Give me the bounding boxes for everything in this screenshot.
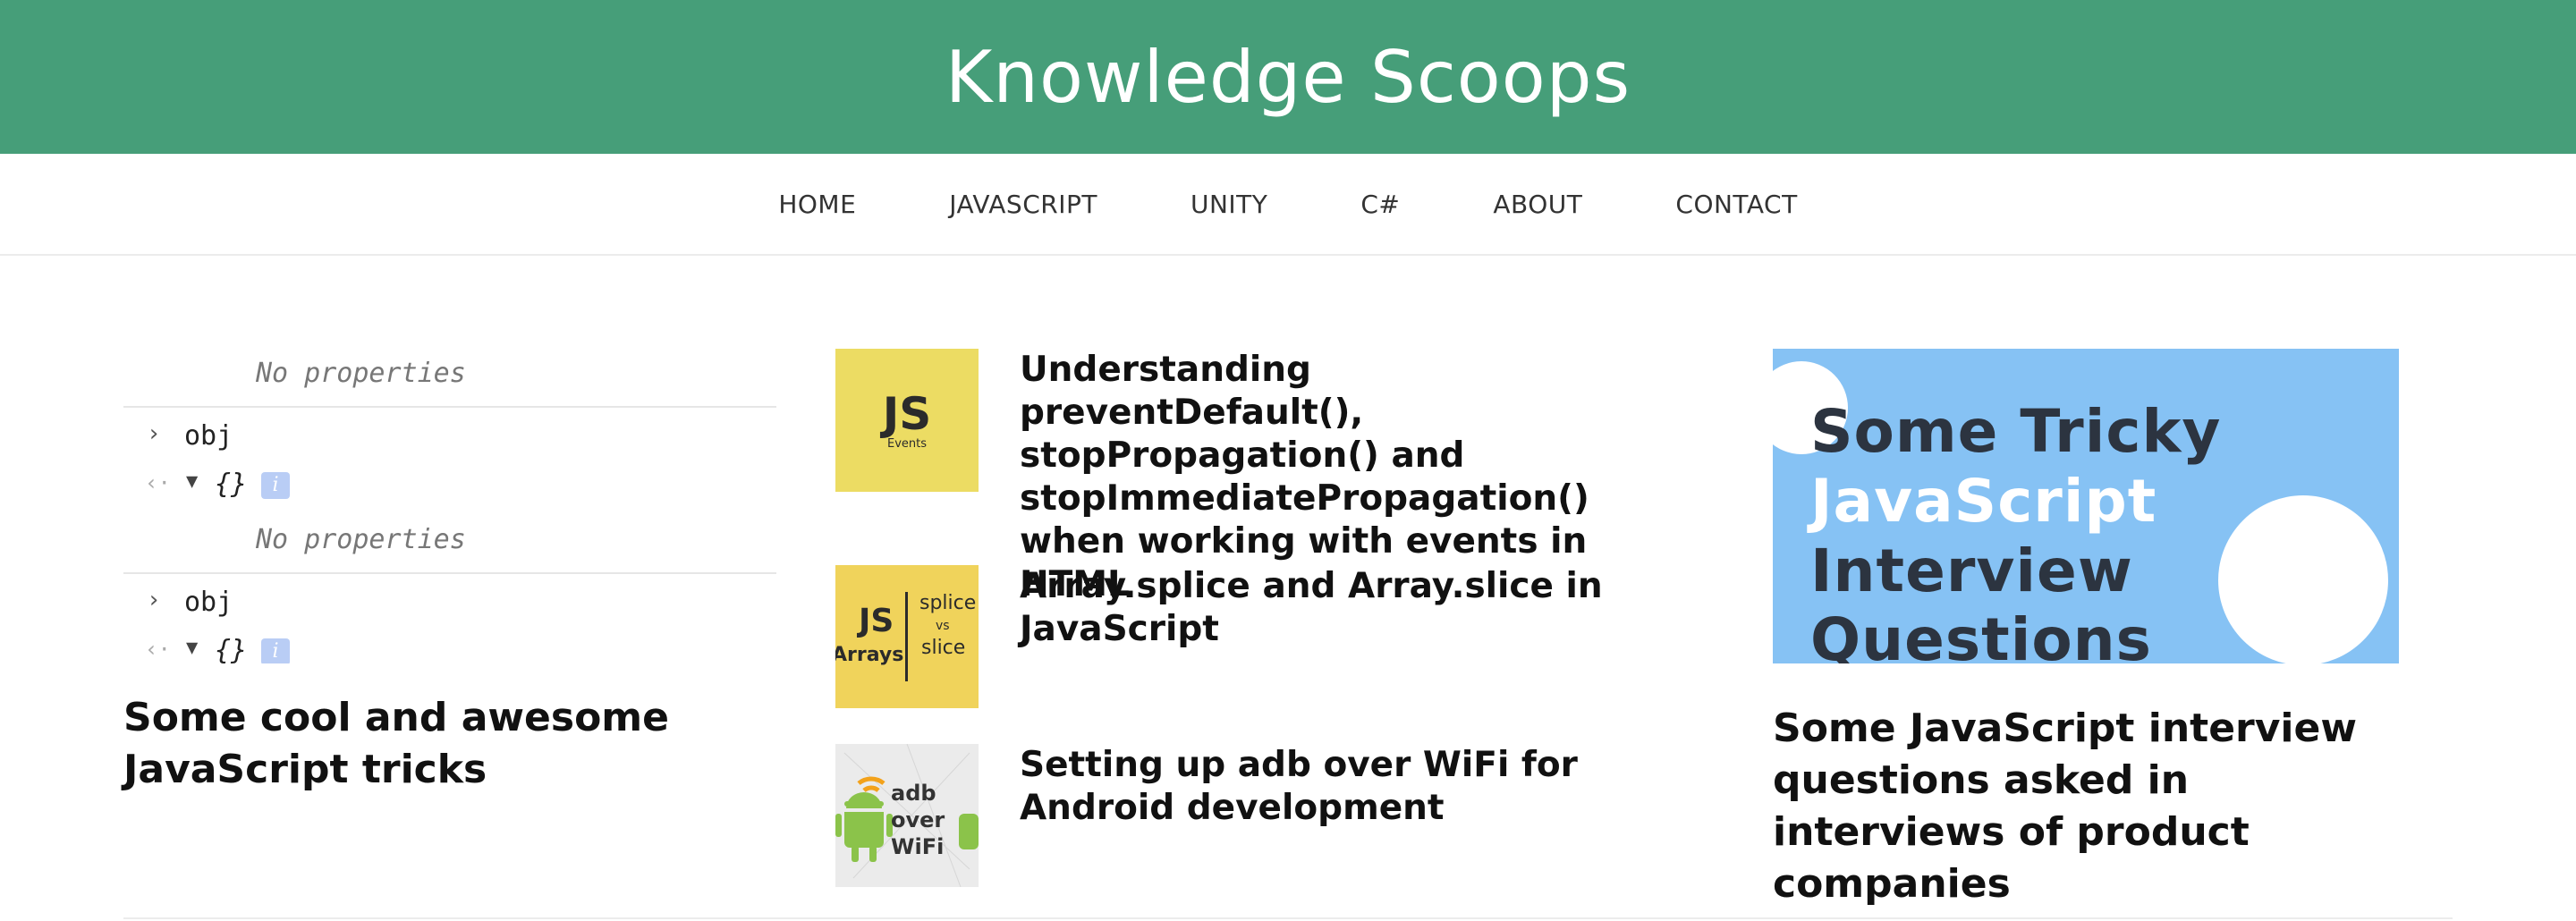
js-logo-text: JS <box>859 603 894 639</box>
post-thumbnail-console[interactable]: No properties › obj ‹· ▼ {} i No propert… <box>123 349 776 663</box>
expand-triangle-icon: ▼ <box>186 470 199 493</box>
nav-home[interactable]: HOME <box>778 190 856 219</box>
info-icon: i <box>261 638 290 663</box>
post-title[interactable]: Setting up adb over WiFi for Android dev… <box>1020 744 1628 830</box>
nav-javascript[interactable]: JAVASCRIPT <box>949 190 1097 219</box>
post-title-right[interactable]: Some JavaScript interview questions aske… <box>1773 703 2399 910</box>
post-card-left: No properties › obj ‹· ▼ {} i No propert… <box>123 349 776 796</box>
post-thumbnail-interview[interactable]: Some Tricky JavaScript Interview Questio… <box>1773 349 2399 663</box>
main-nav: HOME JAVASCRIPT UNITY C# ABOUT CONTACT <box>0 154 2576 256</box>
console-obj: obj <box>184 420 233 452</box>
thumb-slice-text: slice <box>921 637 966 659</box>
nav-unity[interactable]: UNITY <box>1191 190 1267 219</box>
console-braces: {} <box>215 635 248 663</box>
nav-contact[interactable]: CONTACT <box>1675 190 1797 219</box>
post-item[interactable]: JS Arrays splice vs slice Array.splice a… <box>835 565 1640 708</box>
console-no-properties: No properties <box>256 358 466 389</box>
site-title[interactable]: Knowledge Scoops <box>945 36 1631 119</box>
thumb-subtitle: Events <box>886 436 927 451</box>
chevron-right-icon: › <box>147 587 161 613</box>
nav-csharp[interactable]: C# <box>1360 190 1400 219</box>
post-title[interactable]: Array.splice and Array.slice in JavaScri… <box>1020 565 1628 651</box>
console-braces: {} <box>215 469 248 500</box>
post-thumbnail-js-events[interactable]: JS Events <box>835 349 979 492</box>
thumb-divider <box>905 592 908 681</box>
image-line-1: Some Tricky <box>1810 397 2222 466</box>
image-line-3: Interview Questions <box>1810 537 2152 663</box>
image-line-2: JavaScript <box>1810 467 2157 536</box>
nav-about[interactable]: ABOUT <box>1493 190 1582 219</box>
section-divider <box>123 917 2453 919</box>
return-arrow-icon: ‹· <box>145 637 171 662</box>
thumb-line2: WiFi <box>891 834 945 859</box>
post-thumbnail-js-arrays[interactable]: JS Arrays splice vs slice <box>835 565 979 708</box>
expand-triangle-icon: ▼ <box>186 637 199 659</box>
main-content: No properties › obj ‹· ▼ {} i No propert… <box>0 256 2576 921</box>
console-obj: obj <box>184 587 233 618</box>
thumb-vs-text: vs <box>936 619 950 633</box>
thumb-subtitle: Arrays <box>835 644 904 666</box>
thumb-splice-text: splice <box>919 592 977 614</box>
thumb-adb-text: adb over WiFi <box>891 780 979 860</box>
info-icon: i <box>261 472 290 499</box>
site-header: Knowledge Scoops <box>0 0 2576 154</box>
thumb-line1: adb over <box>891 781 945 832</box>
console-divider <box>123 572 776 574</box>
post-item[interactable]: adb over WiFi Setting up adb over WiFi f… <box>835 744 1640 887</box>
post-card-right: Some Tricky JavaScript Interview Questio… <box>1773 349 2399 910</box>
console-no-properties: No properties <box>256 524 466 555</box>
return-arrow-icon: ‹· <box>145 470 171 495</box>
post-title-left[interactable]: Some cool and awesome JavaScript tricks <box>123 692 776 796</box>
js-logo-text: JS <box>882 387 932 440</box>
console-divider <box>123 406 776 408</box>
post-thumbnail-adb-wifi[interactable]: adb over WiFi <box>835 744 979 887</box>
chevron-right-icon: › <box>147 420 161 447</box>
